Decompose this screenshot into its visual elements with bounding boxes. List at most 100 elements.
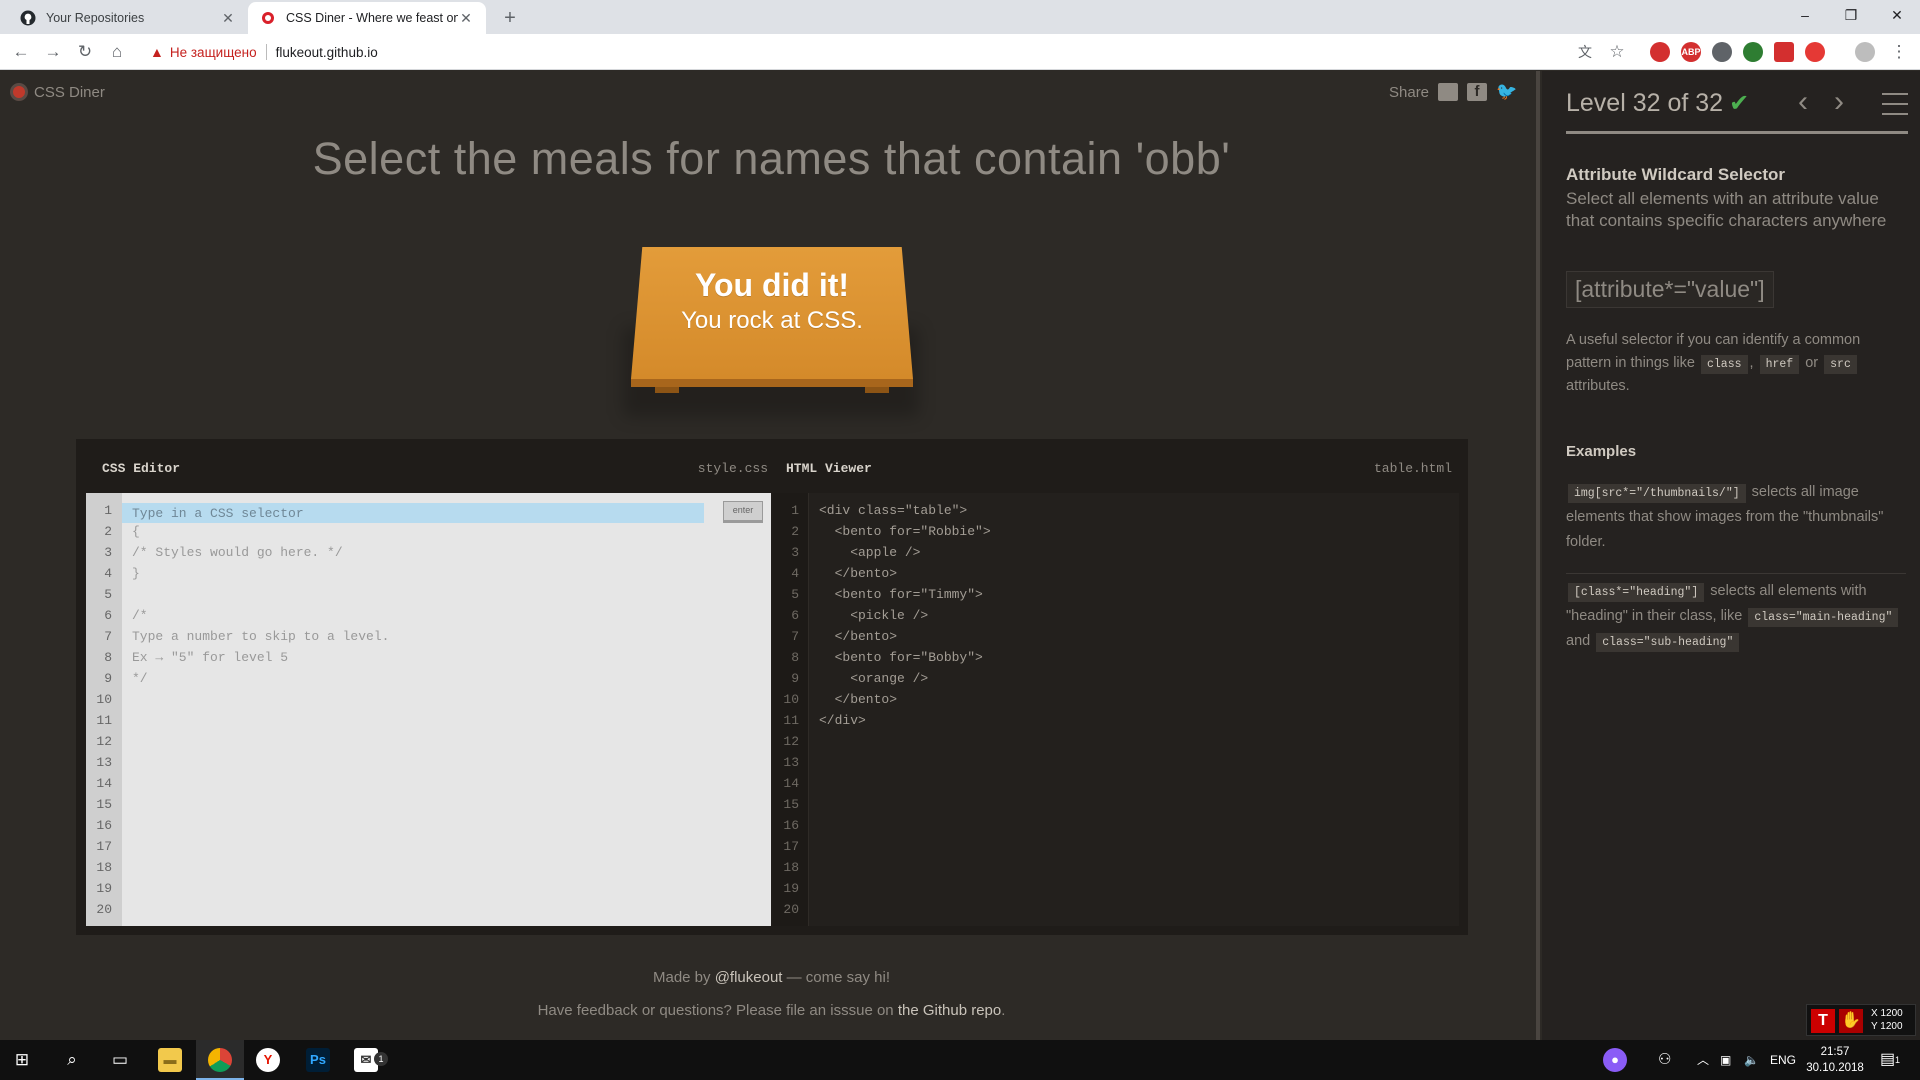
line-number: 17 bbox=[783, 839, 799, 854]
html-viewer: 1 2 3 4 5 6 7 8 9 10 11 12 13 14 15 16 17 18 19 20 <div cla… bbox=[773, 493, 1459, 926]
level-menu-icon[interactable] bbox=[1882, 93, 1908, 123]
facebook-icon[interactable]: f bbox=[1467, 83, 1488, 101]
share-bar: Share f 🐦 bbox=[1389, 83, 1517, 101]
dining-table: You did it! You rock at CSS. bbox=[623, 247, 919, 417]
mail-badge: 1 bbox=[374, 1052, 388, 1066]
line-number: 12 bbox=[783, 734, 799, 749]
line-number: 5 bbox=[791, 587, 799, 602]
example-2: [class*="heading"] selects all elements … bbox=[1566, 579, 1906, 654]
selector-description: Select all elements with an attribute va… bbox=[1566, 189, 1887, 230]
css-editor-header: CSS Editor style.css bbox=[102, 451, 768, 487]
line-number: 2 bbox=[104, 524, 112, 539]
new-tab-button[interactable]: + bbox=[496, 4, 524, 32]
url-text[interactable]: flukeout.github.io bbox=[276, 45, 378, 60]
yandex-browser-icon[interactable]: Y bbox=[256, 1048, 280, 1072]
selector-syntax: [attribute*="value"] bbox=[1566, 271, 1774, 308]
chrome-icon[interactable] bbox=[208, 1048, 232, 1072]
bookmark-star-icon[interactable]: ☆ bbox=[1604, 39, 1630, 65]
windows-taskbar: ⊞ ⌕ ▭ ▬ Y Ps ✉ 1 ● ⚇ ︿ ▣ 🔈 ENG 21:57 30.… bbox=[0, 1040, 1920, 1080]
html-filename: table.html bbox=[1373, 461, 1452, 476]
line-number: 1 bbox=[791, 503, 799, 518]
tab-your-repositories[interactable]: Your Repositories ✕ bbox=[8, 2, 248, 34]
close-icon[interactable]: ✕ bbox=[220, 10, 236, 27]
code-tag: [class*="heading"] bbox=[1568, 583, 1705, 602]
footer-text: . bbox=[1001, 1002, 1006, 1019]
line-number: 17 bbox=[96, 839, 112, 854]
line-number: 10 bbox=[783, 692, 799, 707]
markup-line[interactable]: <bento for="Bobby"> bbox=[819, 650, 983, 665]
cortana-mic-icon[interactable]: ● bbox=[1603, 1048, 1627, 1072]
language-indicator[interactable]: ENG bbox=[1770, 1040, 1796, 1080]
markup-line[interactable]: <div class="table"> bbox=[819, 503, 967, 518]
footer-text: Have feedback or questions? Please file … bbox=[537, 1002, 898, 1019]
mail-icon[interactable] bbox=[1438, 83, 1459, 101]
markup-line[interactable]: </div> bbox=[819, 713, 866, 728]
flukeout-link[interactable]: @flukeout bbox=[715, 969, 783, 986]
volume-icon[interactable]: 🔈 bbox=[1744, 1040, 1759, 1080]
line-number: 5 bbox=[104, 587, 112, 602]
translate-icon[interactable]: 文 bbox=[1572, 39, 1598, 65]
order-instruction: Select the meals for names that contain … bbox=[312, 133, 1231, 184]
reload-icon[interactable]: ↻ bbox=[72, 39, 98, 65]
table-edge bbox=[631, 379, 913, 387]
extension-icon[interactable] bbox=[1743, 42, 1763, 62]
markup-line[interactable]: </bento> bbox=[819, 566, 897, 581]
page-scrollbar[interactable] bbox=[1536, 71, 1540, 1040]
css-selector-input[interactable] bbox=[122, 503, 704, 523]
level-header: Level 32 of 32 ✔ bbox=[1566, 89, 1749, 118]
menu-kebab-icon[interactable]: ⋮ bbox=[1886, 39, 1912, 65]
line-gutter: 1 2 3 4 5 6 7 8 9 10 11 12 13 14 15 16 17 18 19 20 bbox=[86, 493, 122, 926]
coordinate-overlay: T ✋ X 1200 Y 1200 bbox=[1806, 1004, 1916, 1036]
clock[interactable]: 21:57 30.10.2018 bbox=[1800, 1044, 1870, 1076]
enter-button[interactable]: enter bbox=[723, 501, 763, 523]
home-icon[interactable]: ⌂ bbox=[104, 39, 130, 65]
line-number: 11 bbox=[96, 713, 112, 728]
adblock-icon[interactable]: ABP bbox=[1681, 42, 1701, 62]
app-logo-icon: ✋ bbox=[1839, 1009, 1863, 1033]
markup-line[interactable]: <bento for="Timmy"> bbox=[819, 587, 983, 602]
logo[interactable]: CSS Diner bbox=[10, 83, 105, 101]
github-icon bbox=[20, 10, 36, 26]
markup-line[interactable]: <orange /> bbox=[819, 671, 928, 686]
network-icon[interactable]: ▣ bbox=[1720, 1040, 1731, 1080]
line-number: 9 bbox=[791, 671, 799, 686]
markup-line[interactable]: </bento> bbox=[819, 692, 897, 707]
extension-icon[interactable] bbox=[1805, 42, 1825, 62]
line-number: 6 bbox=[104, 608, 112, 623]
minimize-button[interactable]: – bbox=[1782, 0, 1828, 30]
maximize-button[interactable]: ❐ bbox=[1828, 0, 1874, 30]
windows-start-icon[interactable]: ⊞ bbox=[2, 1044, 42, 1076]
close-window-button[interactable]: ✕ bbox=[1874, 0, 1920, 30]
line-number: 7 bbox=[104, 629, 112, 644]
tab-title: CSS Diner - Where we feast on C bbox=[286, 11, 458, 25]
tab-css-diner[interactable]: CSS Diner - Where we feast on C ✕ bbox=[248, 2, 486, 34]
notification-icon[interactable]: ▤ bbox=[1880, 1040, 1895, 1080]
close-icon[interactable]: ✕ bbox=[458, 10, 474, 27]
extension-icon[interactable] bbox=[1774, 42, 1794, 62]
chevron-up-icon[interactable]: ︿ bbox=[1697, 1040, 1709, 1080]
security-label[interactable]: Не защищено bbox=[170, 45, 257, 60]
markup-line[interactable]: <pickle /> bbox=[819, 608, 928, 623]
search-icon[interactable]: ⌕ bbox=[52, 1044, 92, 1076]
github-repo-link[interactable]: the Github repo bbox=[898, 1002, 1001, 1019]
next-level-icon[interactable]: › bbox=[1834, 87, 1844, 117]
address-bar[interactable]: ▲ Не защищено flukeout.github.io bbox=[140, 38, 1640, 66]
line-number: 2 bbox=[791, 524, 799, 539]
selector-name: Attribute Wildcard Selector bbox=[1566, 165, 1785, 184]
people-icon[interactable]: ⚇ bbox=[1658, 1040, 1671, 1080]
twitter-icon[interactable]: 🐦 bbox=[1496, 83, 1517, 101]
photoshop-icon[interactable]: Ps bbox=[306, 1048, 330, 1072]
task-view-icon[interactable]: ▭ bbox=[100, 1044, 140, 1076]
extension-icon[interactable] bbox=[1712, 42, 1732, 62]
previous-level-icon[interactable]: ‹ bbox=[1798, 87, 1808, 117]
markup-line[interactable]: <bento for="Robbie"> bbox=[819, 524, 991, 539]
back-arrow-icon[interactable]: ← bbox=[8, 39, 34, 65]
code-tag: class="main-heading" bbox=[1748, 608, 1899, 627]
markup-line[interactable]: </bento> bbox=[819, 629, 897, 644]
css-editor-title: CSS Editor bbox=[102, 461, 181, 476]
profile-avatar-icon[interactable] bbox=[1855, 42, 1875, 62]
forward-arrow-icon[interactable]: → bbox=[40, 39, 66, 65]
markup-line[interactable]: <apple /> bbox=[819, 545, 920, 560]
file-explorer-icon[interactable]: ▬ bbox=[158, 1048, 182, 1072]
extension-icon[interactable] bbox=[1650, 42, 1670, 62]
